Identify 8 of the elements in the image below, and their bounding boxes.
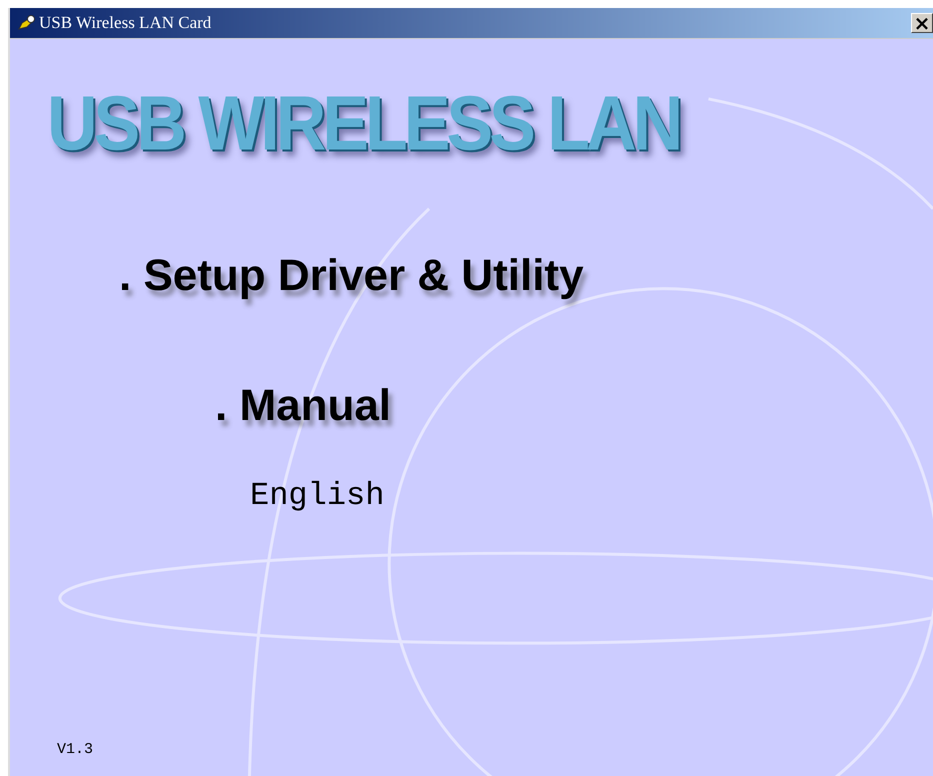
wireless-card-icon xyxy=(18,15,36,31)
logo-title: USB WIRELESS LAN xyxy=(47,79,680,167)
version-label: V1.3 xyxy=(57,741,94,758)
menu-link[interactable]: . Manual xyxy=(215,381,392,431)
close-button[interactable]: × xyxy=(911,13,933,33)
menu-link[interactable]: . Setup Driver & Utility xyxy=(119,251,584,301)
language-link[interactable]: English xyxy=(250,477,384,514)
window-title: USB Wireless LAN Card xyxy=(39,13,212,33)
